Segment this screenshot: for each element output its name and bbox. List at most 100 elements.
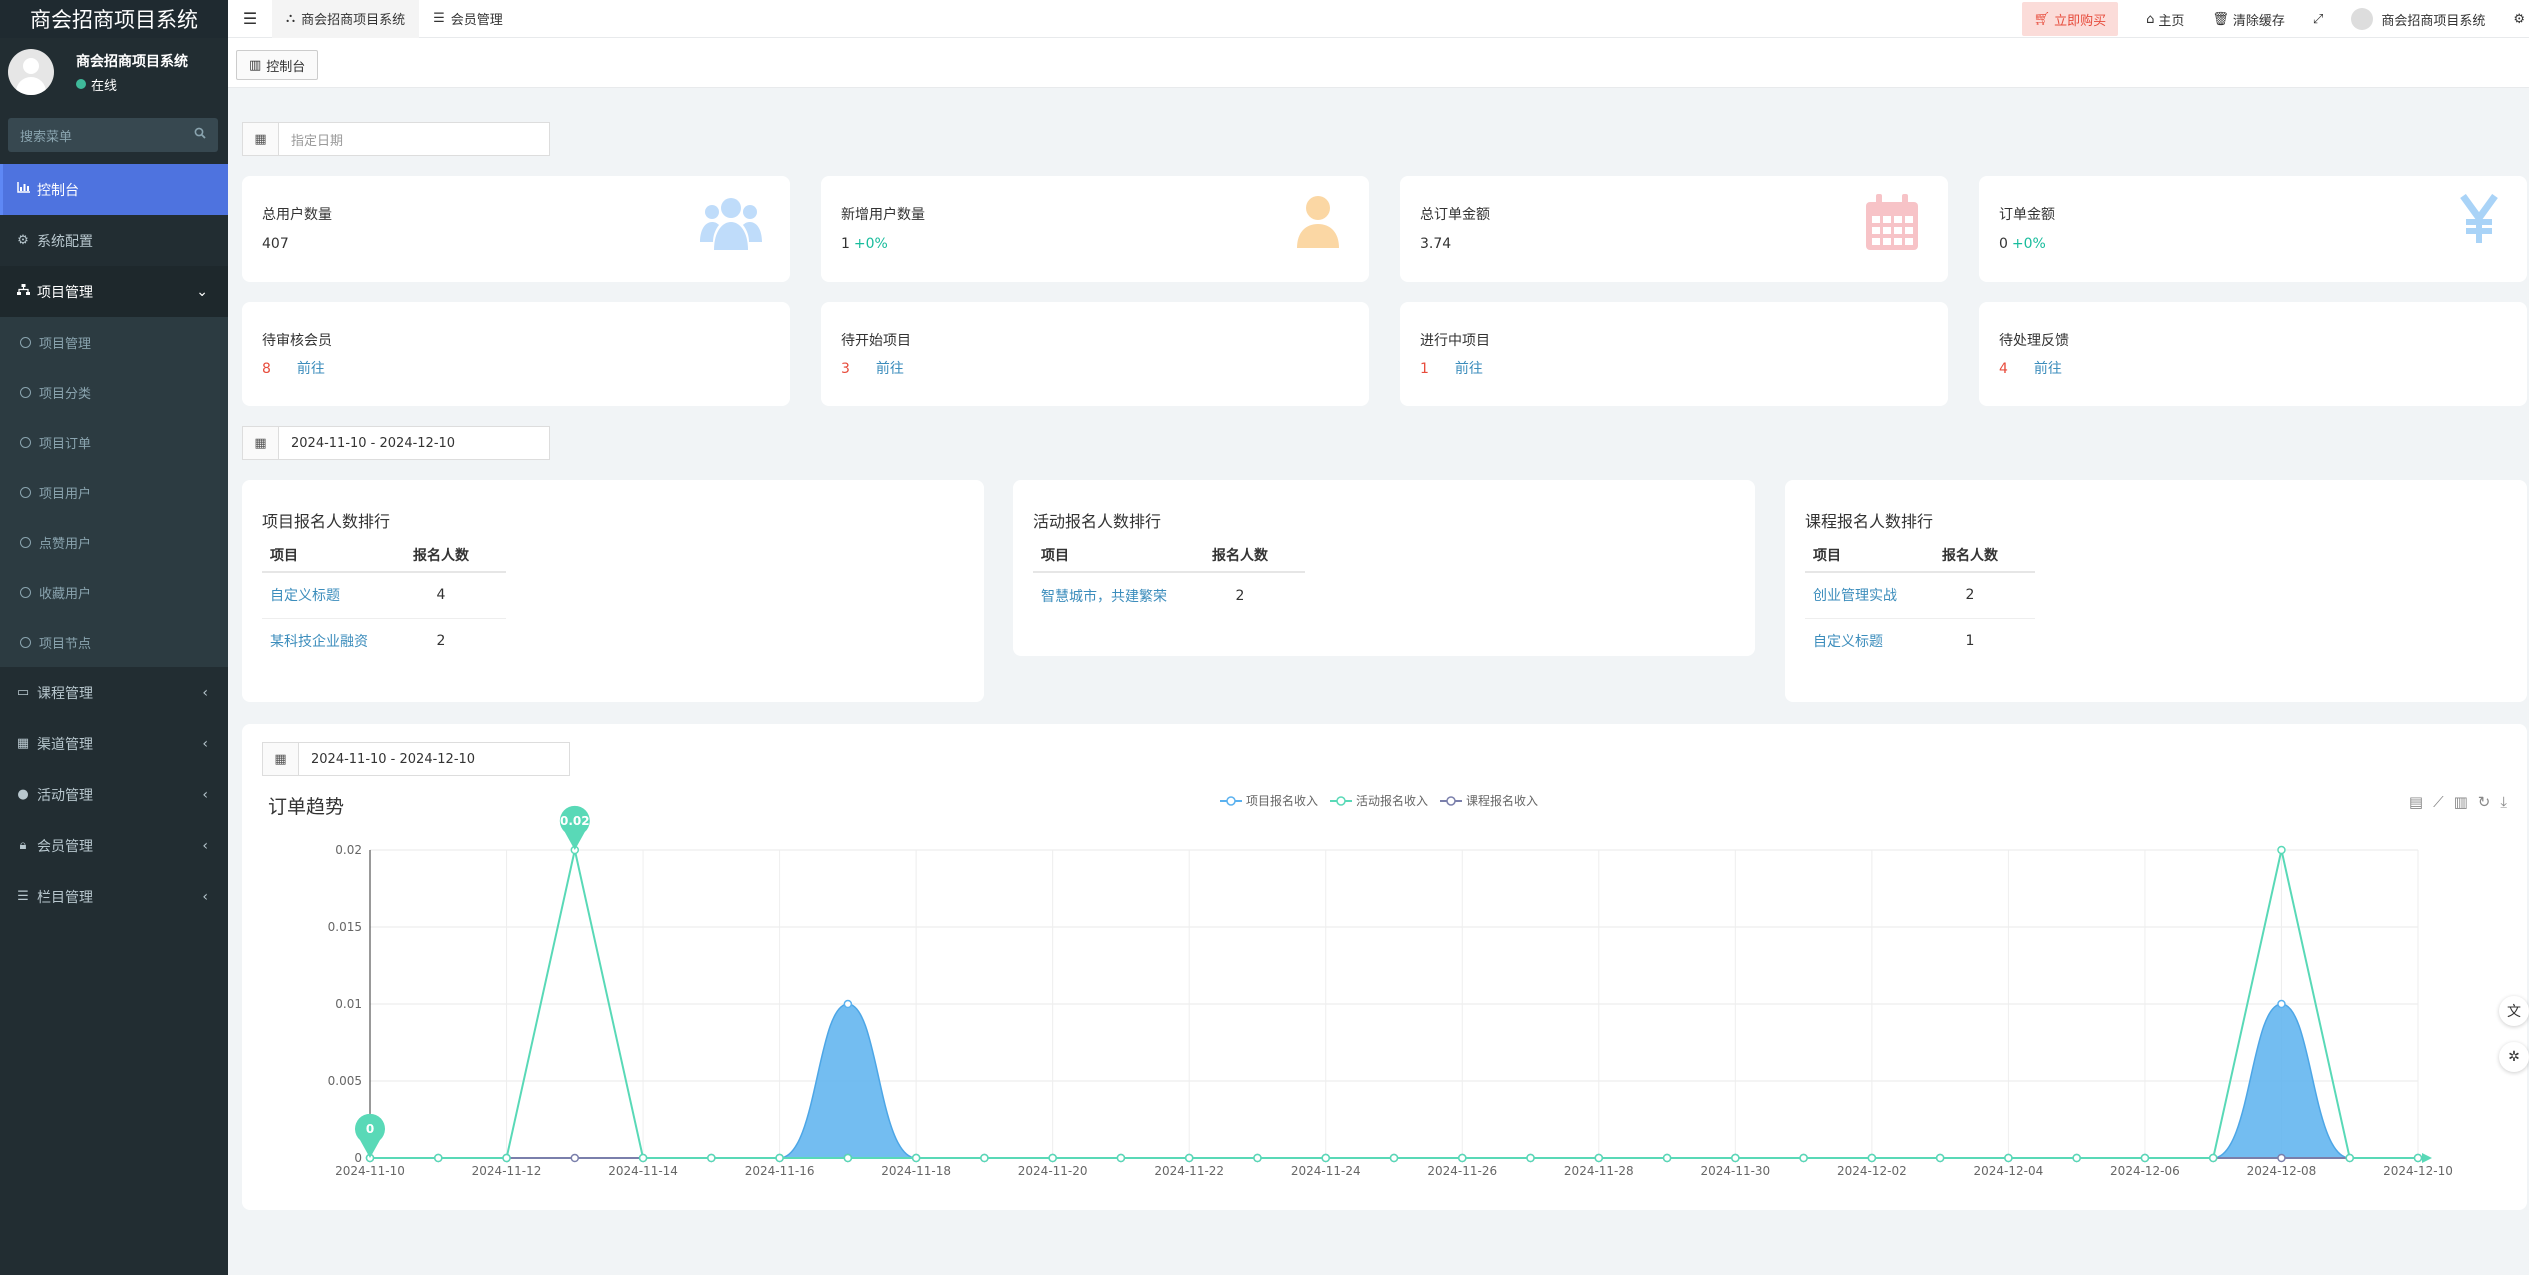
y-tick-label: 0.015 bbox=[328, 920, 362, 934]
course-link[interactable]: 创业管理实战 bbox=[1813, 588, 1897, 604]
translate-icon[interactable]: 文 bbox=[2499, 996, 2529, 1026]
home-link[interactable]: ⌂ 主页 bbox=[2132, 10, 2198, 29]
list-icon: ☰ bbox=[17, 889, 29, 904]
app-logo[interactable]: 商会招商项目系统 bbox=[0, 0, 228, 38]
stat-title: 总用户数量 bbox=[262, 207, 332, 223]
avatar bbox=[2351, 8, 2374, 30]
sidebar-subitem-like-users[interactable]: 点赞用户 bbox=[0, 517, 228, 567]
todo-title: 待处理反馈 bbox=[1999, 333, 2069, 349]
sidebar-item-course-management[interactable]: ▭ 课程管理 ‹ bbox=[0, 667, 228, 718]
data-point bbox=[775, 1153, 784, 1163]
stat-value: 1 +0% bbox=[841, 236, 888, 252]
stat-value: 407 bbox=[262, 236, 289, 252]
tab-member-management[interactable]: ☰ 会员管理 bbox=[419, 0, 517, 38]
column-header: 报名人数 bbox=[1175, 538, 1305, 573]
stat-card-new-users: 新增用户数量 1 +0% bbox=[821, 176, 1369, 282]
dashboard-crumb-button[interactable]: ▥ 控制台 bbox=[236, 50, 319, 80]
data-point bbox=[2072, 1153, 2081, 1163]
cart-icon: 🛒︎ bbox=[2033, 11, 2051, 27]
data-point bbox=[1184, 1153, 1194, 1163]
circle-icon bbox=[20, 636, 31, 648]
x-tick-label: 2024-12-06 bbox=[2110, 1164, 2180, 1178]
menu-search-input[interactable]: 搜索菜单 bbox=[8, 118, 218, 152]
lock-icon: 🔒︎ bbox=[19, 838, 27, 853]
order-trend-chart: 0 0.005 0.01 0.015 0.02 2024-11-10 2024-11-12 2… bbox=[328, 805, 2453, 1178]
sidebar-item-system-config[interactable]: ⚙ 系统配置 bbox=[0, 215, 228, 266]
x-axis-arrow-icon bbox=[2422, 1153, 2432, 1163]
data-point bbox=[843, 1153, 853, 1163]
sidebar-item-dashboard[interactable]: 控制台 bbox=[0, 164, 228, 215]
data-point bbox=[2208, 1153, 2218, 1163]
sidebar-subitem-project-nodes[interactable]: 项目节点 bbox=[0, 617, 228, 667]
stat-value: 3.74 bbox=[1420, 236, 1452, 252]
course-link[interactable]: 自定义标题 bbox=[1813, 634, 1883, 650]
sidebar-subitem-project-users[interactable]: 项目用户 bbox=[0, 467, 228, 517]
y-tick-label: 0 bbox=[354, 1151, 362, 1165]
sidebar-item-column-management[interactable]: ☰ 栏目管理 ‹ bbox=[0, 871, 228, 922]
data-point bbox=[638, 1153, 648, 1163]
sidebar-item-activity-management[interactable]: ● 活动管理 ‹ bbox=[0, 769, 228, 820]
sidebar-item-channel-management[interactable]: ▦ 渠道管理 ‹ bbox=[0, 718, 228, 769]
project-link[interactable]: 某科技企业融资 bbox=[270, 634, 368, 650]
course-ranking-card: 课程报名人数排行 项目 报名人数 创业管理实战 2 自定义标题 1 bbox=[1785, 480, 2527, 702]
date-picker-input[interactable]: ▦ 指定日期 bbox=[242, 122, 550, 156]
data-point bbox=[707, 1153, 716, 1163]
id-card-icon: ▭ bbox=[16, 685, 30, 700]
stat-value: 0 +0% bbox=[1999, 236, 2046, 252]
x-tick-label: 2024-11-12 bbox=[472, 1164, 542, 1178]
user-icon bbox=[1295, 194, 1341, 252]
goto-link[interactable]: 前往 bbox=[2034, 361, 2062, 377]
user-menu[interactable]: 商会招商项目系统 bbox=[2337, 8, 2499, 30]
todo-card-pending-feedback: 待处理反馈 4 前往 bbox=[1979, 302, 2527, 406]
goto-link[interactable]: 前往 bbox=[876, 361, 904, 377]
data-point bbox=[911, 1153, 921, 1163]
data-point bbox=[1594, 1153, 1604, 1163]
sidebar-item-member-management[interactable]: 🔒︎ 会员管理 ‹ bbox=[0, 820, 228, 871]
project-link[interactable]: 自定义标题 bbox=[270, 588, 340, 604]
activity-link[interactable]: 智慧城市，共建繁荣 bbox=[1041, 589, 1167, 605]
chart-date-range-input[interactable]: ▦ 2024-11-10 - 2024-12-10 bbox=[262, 742, 570, 776]
todo-card-upcoming-projects: 待开始项目 3 前往 bbox=[821, 302, 1369, 406]
stat-title: 订单金额 bbox=[1999, 207, 2055, 223]
sidebar-subitem-project-management[interactable]: 项目管理 bbox=[0, 317, 228, 367]
circle-icon bbox=[20, 486, 31, 498]
data-point bbox=[570, 1153, 580, 1163]
table-row: 智慧城市，共建繁荣 2 bbox=[1033, 572, 1305, 618]
sidebar-subitem-project-category[interactable]: 项目分类 bbox=[0, 367, 228, 417]
goto-link[interactable]: 前往 bbox=[297, 361, 325, 377]
ranking-table: 项目 报名人数 创业管理实战 2 自定义标题 1 bbox=[1805, 538, 2035, 664]
column-header: 项目 bbox=[262, 538, 376, 573]
sidebar-subitem-project-orders[interactable]: 项目订单 bbox=[0, 417, 228, 467]
search-icon[interactable] bbox=[194, 127, 206, 143]
chevron-left-icon: ‹ bbox=[202, 888, 208, 905]
fullscreen-icon[interactable]: ⤢ bbox=[2299, 12, 2337, 27]
clear-cache-button[interactable]: 🗑︎ 清除缓存 bbox=[2198, 10, 2299, 29]
todo-count: 1 bbox=[1420, 361, 1429, 377]
ranking-title: 项目报名人数排行 bbox=[262, 512, 391, 531]
table-row: 自定义标题 1 bbox=[1805, 618, 2035, 664]
goto-link[interactable]: 前往 bbox=[1455, 361, 1483, 377]
menu-toggle-icon[interactable]: ☰ bbox=[228, 0, 272, 38]
column-header: 项目 bbox=[1805, 538, 1905, 573]
sidebar-item-project-management[interactable]: 项目管理 ⌄ bbox=[0, 266, 228, 317]
circle-icon bbox=[20, 386, 31, 398]
chevron-left-icon: ‹ bbox=[202, 684, 208, 701]
data-point bbox=[1389, 1153, 1399, 1163]
sidebar-subitem-favorite-users[interactable]: 收藏用户 bbox=[0, 567, 228, 617]
assistant-icon[interactable]: ✲ bbox=[2499, 1042, 2529, 1072]
chevron-left-icon: ‹ bbox=[202, 735, 208, 752]
calendar-icon: ▦ bbox=[243, 123, 279, 155]
th-large-icon: ▦ bbox=[16, 736, 30, 751]
x-tick-label: 2024-11-22 bbox=[1154, 1164, 1224, 1178]
settings-icon[interactable]: ⚙ bbox=[2499, 12, 2529, 27]
data-point bbox=[2345, 1153, 2354, 1163]
data-point bbox=[1526, 1153, 1535, 1163]
tab-dashboard[interactable]: ⛬ 商会招商项目系统 bbox=[272, 0, 420, 38]
markpoint-label: 0 bbox=[366, 1122, 374, 1136]
todo-count: 8 bbox=[262, 361, 271, 377]
buy-now-button[interactable]: 🛒︎ 立即购买 bbox=[2021, 2, 2119, 36]
data-point bbox=[1321, 1153, 1330, 1163]
sidebar: 商会招商项目系统 商会招商项目系统 在线 搜索菜单 控制台 ⚙ 系统配置 项目管… bbox=[0, 0, 228, 1275]
x-tick-label: 2024-11-26 bbox=[1427, 1164, 1497, 1178]
date-range-input[interactable]: ▦ 2024-11-10 - 2024-12-10 bbox=[242, 426, 550, 460]
